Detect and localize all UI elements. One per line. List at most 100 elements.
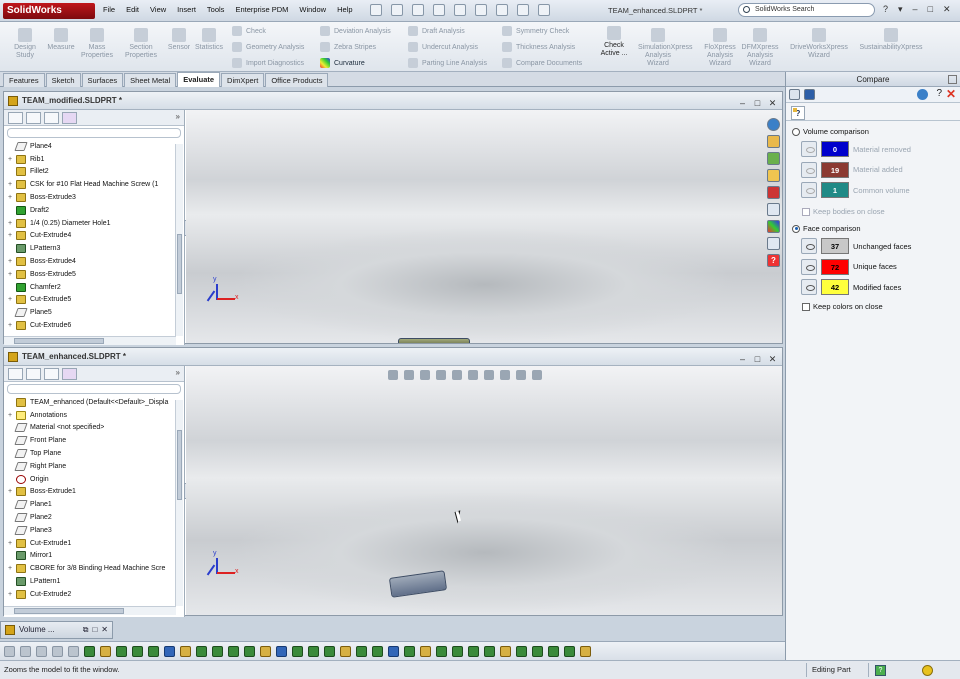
part-model[interactable]	[398, 338, 470, 343]
tree-item[interactable]: LPattern1	[4, 575, 184, 588]
show-hide-eye-icon[interactable]	[801, 161, 817, 178]
plane-icon[interactable]	[292, 645, 303, 657]
expand-icon[interactable]: +	[8, 591, 16, 598]
ribbon-deviation-analysis-button[interactable]: Deviation Analysis	[320, 26, 391, 36]
help-dropdown-button[interactable]: ▾	[898, 4, 903, 15]
ribbon-section-properties-button[interactable]: Section Properties	[124, 28, 158, 60]
maximize-icon[interactable]: □	[92, 622, 97, 638]
xpress-button[interactable]: SimulationXpress Analysis Wizard	[638, 28, 692, 68]
tree-item[interactable]: + Cut-Extrude1	[4, 537, 184, 550]
solidworks-logo[interactable]: SolidWorks	[3, 3, 95, 19]
home-icon[interactable]	[767, 135, 780, 148]
tree-item[interactable]: + Boss-Extrude4	[4, 255, 184, 268]
zoom-to-fit-icon[interactable]	[388, 370, 398, 380]
expand-icon[interactable]: +	[8, 194, 16, 201]
help-icon[interactable]: ?	[767, 254, 780, 267]
compare-documents-icon[interactable]	[789, 89, 800, 100]
save-icon[interactable]	[804, 89, 815, 100]
show-hide-eye-icon[interactable]	[801, 182, 817, 198]
graphics-area-bottom[interactable]: x y	[186, 366, 782, 615]
configuration-manager-tab-icon[interactable]	[44, 368, 59, 380]
tree-item[interactable]: Chamfer2	[4, 281, 184, 294]
delete-icon[interactable]	[564, 645, 575, 657]
ribbon-parting-line-button[interactable]: Parting Line Analysis	[408, 58, 487, 68]
rebuild-status-icon[interactable]	[922, 665, 933, 676]
scroll-thumb[interactable]	[14, 608, 124, 614]
rib-icon[interactable]	[196, 645, 207, 657]
helix-icon[interactable]	[372, 645, 383, 657]
select-icon[interactable]	[20, 645, 31, 657]
tree-item[interactable]: + Boss-Extrude5	[4, 268, 184, 281]
close-button[interactable]: ✕	[943, 4, 951, 15]
tree-horizontal-scrollbar[interactable]	[4, 336, 176, 345]
expand-icon[interactable]: +	[8, 488, 16, 495]
tree-item[interactable]: + Cut-Extrude4	[4, 230, 184, 243]
convert-icon[interactable]	[484, 645, 495, 657]
close-icon[interactable]: ✕	[946, 87, 956, 101]
curve-icon[interactable]	[356, 645, 367, 657]
quick-tips-icon[interactable]: ?	[875, 665, 886, 676]
ribbon-statistics-button[interactable]: Statistics	[192, 28, 226, 52]
tree-item[interactable]: +1/4 (0.25) Diameter Hole1	[4, 217, 184, 230]
tree-item[interactable]: + CSK for #10 Flat Head Machine Screw (1	[4, 178, 184, 191]
dimxpert-manager-tab-icon[interactable]	[62, 112, 77, 124]
tree-filter-input[interactable]	[7, 128, 181, 138]
tab-features[interactable]: Features	[3, 73, 45, 87]
sketch-icon[interactable]	[84, 645, 95, 657]
volume-comparison-radio[interactable]	[792, 127, 800, 136]
menu-edit[interactable]: Edit	[126, 5, 139, 14]
zoom-to-area-icon[interactable]	[404, 370, 414, 380]
scroll-thumb[interactable]	[14, 338, 104, 344]
move-icon[interactable]	[500, 645, 511, 657]
menu-insert[interactable]: Insert	[177, 5, 196, 14]
tree-item[interactable]: Plane1	[4, 498, 184, 511]
scroll-thumb[interactable]	[177, 430, 182, 500]
menu-tools[interactable]: Tools	[207, 5, 225, 14]
trim-icon[interactable]	[452, 645, 463, 657]
tree-item[interactable]: Fillet2	[4, 166, 184, 179]
tab-sketch[interactable]: Sketch	[45, 73, 81, 87]
xpress-button[interactable]: DFMXpress Analysis Wizard	[740, 28, 780, 68]
design-library-icon[interactable]	[767, 152, 780, 165]
tree-item[interactable]: Mirror1	[4, 550, 184, 563]
search-input[interactable]: SolidWorks Search	[738, 3, 875, 17]
configuration-manager-tab-icon[interactable]	[44, 112, 59, 124]
ribbon-compare-documents-button[interactable]: Compare Documents	[502, 58, 582, 68]
keep-bodies-option[interactable]: Keep bodies on close	[802, 207, 885, 216]
keep-colors-checkbox[interactable]	[802, 302, 810, 311]
xpress-button[interactable]: DriveWorksXpress Wizard	[786, 28, 852, 60]
new-document-icon[interactable]	[370, 4, 382, 16]
tree-item[interactable]: Plane3	[4, 524, 184, 537]
shell-icon[interactable]	[212, 645, 223, 657]
extend-icon[interactable]	[468, 645, 479, 657]
chamfer-icon[interactable]	[180, 645, 191, 657]
split-icon[interactable]	[388, 645, 399, 657]
view-palette-icon[interactable]	[767, 203, 780, 216]
face-comparison-option[interactable]: Face comparison	[792, 224, 861, 233]
intersect-icon[interactable]	[420, 645, 431, 657]
tree-item[interactable]: + Cut-Extrude2	[4, 588, 184, 601]
chevron-right-icon[interactable]: »	[176, 368, 180, 379]
hole-icon[interactable]	[244, 645, 255, 657]
file-properties-icon[interactable]	[517, 4, 529, 16]
axis-icon[interactable]	[308, 645, 319, 657]
keep-colors-option[interactable]: Keep colors on close	[802, 302, 883, 311]
document-title-bar[interactable]: TEAM_modified.SLDPRT * – □ ✕	[4, 92, 782, 110]
tree-item[interactable]: + Boss-Extrude3	[4, 191, 184, 204]
ribbon-import-diagnostics-button[interactable]: Import Diagnostics	[232, 58, 304, 68]
feature-manager-tab-icon[interactable]	[8, 368, 23, 380]
expand-icon[interactable]: +	[8, 258, 16, 265]
xpress-button[interactable]: SustainabilityXpress	[856, 28, 926, 52]
extrude-icon[interactable]	[116, 645, 127, 657]
feature-manager-tab-icon[interactable]	[8, 112, 23, 124]
previous-view-icon[interactable]	[420, 370, 430, 380]
point-icon[interactable]	[324, 645, 335, 657]
hide-show-items-icon[interactable]	[484, 370, 494, 380]
print-icon[interactable]	[433, 4, 445, 16]
help-button[interactable]: ?	[883, 4, 888, 15]
tree-filter-input[interactable]	[7, 384, 181, 394]
ribbon-sensor-button[interactable]: Sensor	[162, 28, 196, 52]
tree-item[interactable]: Material <not specified>	[4, 422, 184, 435]
options-icon[interactable]	[538, 4, 550, 16]
appearances-icon[interactable]	[767, 220, 780, 233]
